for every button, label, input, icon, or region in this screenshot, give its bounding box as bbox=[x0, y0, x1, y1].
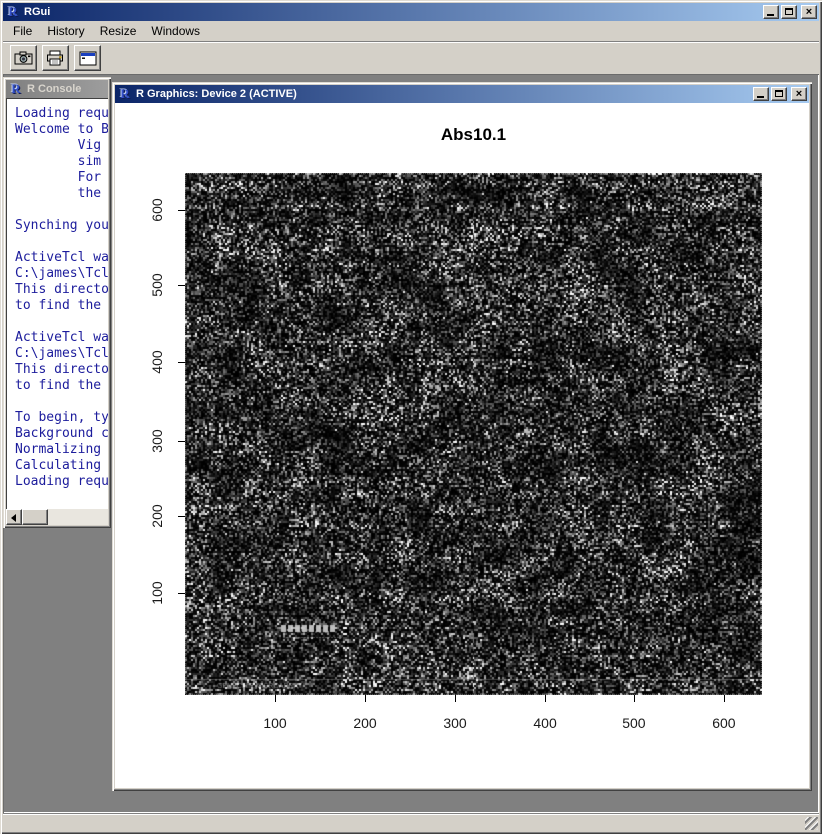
maximize-icon bbox=[775, 90, 783, 97]
console-line: Normalizing bbox=[15, 442, 108, 458]
y-tick bbox=[178, 516, 185, 517]
status-bar bbox=[3, 813, 819, 831]
focus-console-button[interactable] bbox=[74, 45, 101, 71]
console-line: sim bbox=[15, 154, 108, 170]
console-hscrollbar bbox=[6, 509, 108, 525]
scrollbar-thumb[interactable] bbox=[22, 509, 48, 525]
scrollbar-track[interactable] bbox=[48, 509, 108, 525]
r-logo-icon: R bbox=[117, 87, 133, 101]
graphics-titlebar[interactable]: R R Graphics: Device 2 (ACTIVE) × bbox=[115, 85, 809, 103]
maximize-icon bbox=[785, 8, 793, 15]
console-line: To begin, ty bbox=[15, 410, 108, 426]
menu-windows[interactable]: Windows bbox=[145, 22, 209, 41]
console-line: the bbox=[15, 186, 108, 202]
y-tick bbox=[178, 362, 185, 363]
resize-grip[interactable] bbox=[805, 817, 818, 830]
console-line: This directo bbox=[15, 282, 108, 298]
scroll-left-button[interactable] bbox=[6, 509, 22, 525]
x-tick-label: 500 bbox=[622, 715, 645, 731]
maximize-button[interactable] bbox=[781, 5, 797, 19]
console-line: C:\james\Tcl bbox=[15, 346, 108, 362]
console-window: R R Console Loading requWelcome to B Vig… bbox=[3, 77, 111, 528]
close-button[interactable]: × bbox=[801, 5, 817, 19]
x-tick bbox=[724, 695, 725, 702]
graphics-minimize-button[interactable] bbox=[753, 87, 769, 101]
y-tick-label: 500 bbox=[149, 266, 165, 304]
y-tick bbox=[178, 441, 185, 442]
graphics-title: R Graphics: Device 2 (ACTIVE) bbox=[136, 88, 753, 100]
console-line bbox=[15, 394, 108, 410]
console-line: Synching you bbox=[15, 218, 108, 234]
graphics-window: R R Graphics: Device 2 (ACTIVE) × Abs10.… bbox=[112, 82, 812, 791]
console-line: to find the bbox=[15, 378, 108, 394]
y-tick bbox=[178, 285, 185, 286]
y-tick-label: 400 bbox=[149, 343, 165, 381]
console-line: to find the bbox=[15, 298, 108, 314]
mdi-area: R R Console Loading requWelcome to B Vig… bbox=[3, 74, 819, 813]
console-line: Vig bbox=[15, 138, 108, 154]
console-line bbox=[15, 202, 108, 218]
close-icon: × bbox=[792, 87, 806, 101]
plot-area: Abs10.1 100 200 300 400 500 600 600 500 400 300 2… bbox=[115, 103, 809, 788]
menu-file[interactable]: File bbox=[7, 22, 41, 41]
minimize-button[interactable] bbox=[763, 5, 779, 19]
console-titlebar[interactable]: R R Console bbox=[6, 80, 108, 98]
y-tick-label: 300 bbox=[149, 422, 165, 460]
menu-resize[interactable]: Resize bbox=[94, 22, 146, 41]
r-logo-icon: R bbox=[5, 5, 21, 19]
main-titlebar[interactable]: R RGui × bbox=[3, 3, 819, 21]
x-tick bbox=[275, 695, 276, 702]
console-title: R Console bbox=[27, 83, 106, 95]
x-tick bbox=[545, 695, 546, 702]
y-tick-label: 200 bbox=[149, 497, 165, 535]
x-axis: 100 200 300 400 500 600 bbox=[185, 695, 762, 735]
print-button[interactable] bbox=[42, 45, 69, 71]
minimize-icon bbox=[757, 96, 764, 98]
x-tick-label: 400 bbox=[533, 715, 556, 731]
x-tick-label: 100 bbox=[263, 715, 286, 731]
console-line: This directo bbox=[15, 362, 108, 378]
rgui-window: R RGui × FileHistoryResizeWindows bbox=[0, 0, 822, 834]
graphics-close-button[interactable]: × bbox=[791, 87, 807, 101]
copy-to-clipboard-button[interactable] bbox=[10, 45, 37, 71]
y-tick bbox=[178, 593, 185, 594]
console-line: Background c bbox=[15, 426, 108, 442]
camera-icon bbox=[14, 51, 33, 65]
x-tick-label: 600 bbox=[712, 715, 735, 731]
y-tick bbox=[178, 210, 185, 211]
arrow-left-icon bbox=[11, 514, 16, 522]
plot-title: Abs10.1 bbox=[185, 125, 762, 145]
console-line: C:\james\Tcl bbox=[15, 266, 108, 282]
minimize-icon bbox=[767, 14, 774, 16]
console-text[interactable]: Loading requWelcome to B Vig sim For the… bbox=[6, 98, 108, 509]
console-line: For bbox=[15, 170, 108, 186]
close-icon: × bbox=[802, 5, 816, 19]
window-icon bbox=[79, 51, 97, 66]
x-tick bbox=[634, 695, 635, 702]
toolbar bbox=[3, 41, 819, 74]
console-line: Loading requ bbox=[15, 106, 108, 122]
console-line bbox=[15, 234, 108, 250]
console-line: Loading requ bbox=[15, 474, 108, 490]
graphics-maximize-button[interactable] bbox=[771, 87, 787, 101]
y-tick-label: 100 bbox=[149, 574, 165, 612]
x-tick-label: 300 bbox=[443, 715, 466, 731]
r-logo-icon: R bbox=[8, 82, 24, 96]
y-axis: 600 500 400 300 200 100 bbox=[145, 173, 185, 695]
console-line: ActiveTcl wa bbox=[15, 250, 108, 266]
menu-bar: FileHistoryResizeWindows bbox=[3, 21, 819, 41]
x-tick bbox=[455, 695, 456, 702]
menu-history[interactable]: History bbox=[41, 22, 93, 41]
printer-icon bbox=[46, 50, 65, 66]
x-tick bbox=[365, 695, 366, 702]
y-tick-label: 600 bbox=[149, 191, 165, 229]
x-tick-label: 200 bbox=[353, 715, 376, 731]
console-line bbox=[15, 314, 108, 330]
chip-image bbox=[185, 173, 762, 695]
app-title: RGui bbox=[24, 6, 763, 18]
console-line: Welcome to B bbox=[15, 122, 108, 138]
console-line: Calculating bbox=[15, 458, 108, 474]
console-line: ActiveTcl wa bbox=[15, 330, 108, 346]
